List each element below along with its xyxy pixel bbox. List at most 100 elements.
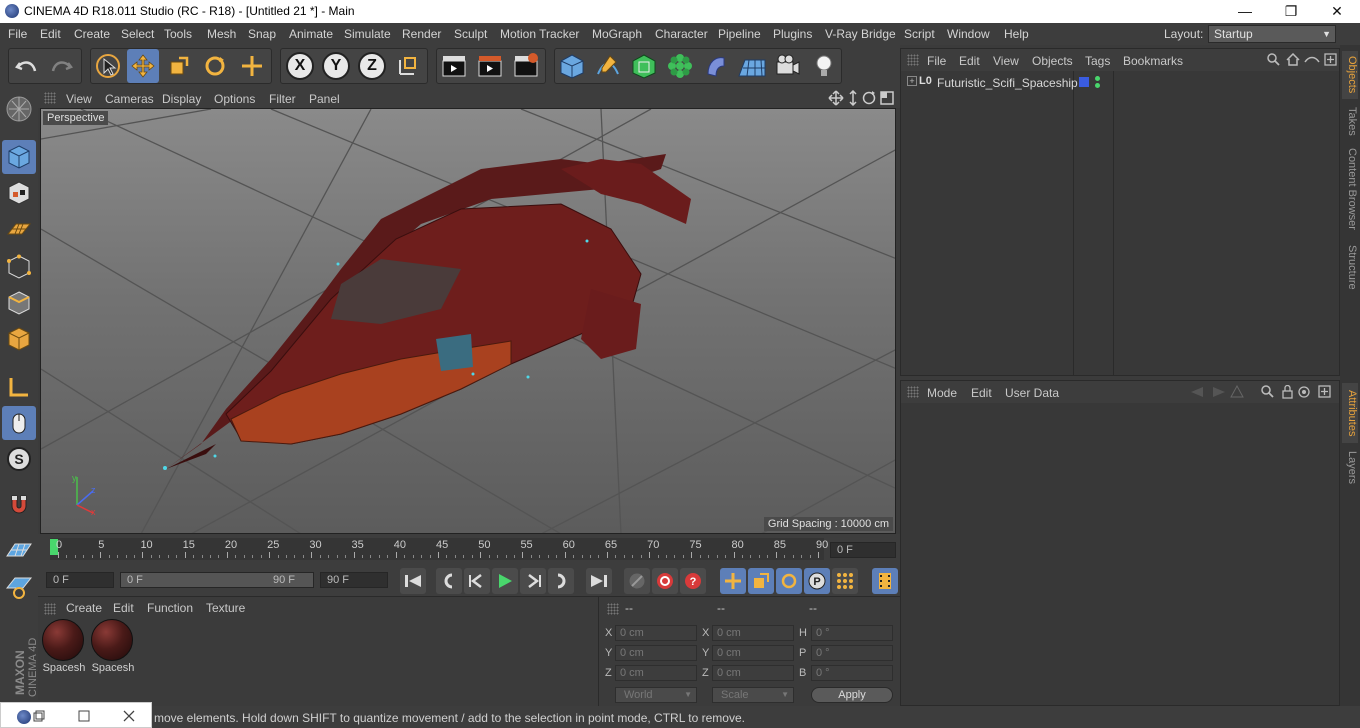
tab-layers[interactable]: Layers: [1342, 449, 1358, 487]
y-axis-button[interactable]: Y: [320, 49, 352, 83]
size-mode-dropdown[interactable]: Scale ▼: [712, 687, 794, 703]
expand-toggle-icon[interactable]: +: [907, 76, 917, 86]
new-window-icon[interactable]: [1318, 385, 1331, 398]
editor-visibility-dot-icon[interactable]: [1095, 76, 1100, 81]
menu-create[interactable]: Create: [74, 27, 110, 41]
menu-simulate[interactable]: Simulate: [344, 27, 391, 41]
menu-edit[interactable]: Edit: [40, 27, 61, 41]
maximize-view-icon[interactable]: [880, 91, 894, 105]
pan-icon[interactable]: [828, 90, 844, 106]
menu-mesh[interactable]: Mesh: [207, 27, 236, 41]
menu-motion-tracker[interactable]: Motion Tracker: [500, 27, 579, 41]
current-frame-field[interactable]: 0 F: [830, 542, 896, 558]
back-arrow-icon[interactable]: [1191, 387, 1203, 397]
menu-tools[interactable]: Tools: [164, 27, 192, 41]
objects-toolbar-icons[interactable]: [1267, 53, 1339, 67]
key-pla-button[interactable]: [832, 568, 858, 594]
panel-grip-icon[interactable]: [907, 54, 919, 66]
tab-takes[interactable]: Takes: [1342, 103, 1358, 139]
snap-button[interactable]: [2, 488, 36, 522]
layout-dropdown[interactable]: Startup ▼: [1208, 25, 1336, 43]
start-frame-field[interactable]: 0 F: [46, 572, 114, 588]
viewport-menu-filter[interactable]: Filter: [269, 92, 296, 106]
texture-mode-button[interactable]: [2, 176, 36, 210]
size-y-field[interactable]: 0 cm: [712, 645, 794, 661]
viewport-menu-panel[interactable]: Panel: [309, 92, 340, 106]
camera-label[interactable]: Perspective: [43, 111, 109, 125]
record-keys-off-button[interactable]: [624, 568, 650, 594]
orbit-icon[interactable]: [862, 91, 876, 105]
play-button[interactable]: [492, 568, 518, 594]
viewport-nav-icons[interactable]: [828, 90, 898, 106]
undo-button[interactable]: [10, 49, 42, 83]
search-icon[interactable]: [1267, 53, 1280, 66]
panel-grip-icon[interactable]: [607, 603, 619, 615]
restore-small-icon[interactable]: [33, 710, 45, 722]
solo-button[interactable]: S: [2, 442, 36, 476]
previous-frame-button[interactable]: [464, 568, 490, 594]
lock-icon[interactable]: [1282, 385, 1293, 399]
rotation-h-field[interactable]: 0 °: [811, 625, 893, 641]
points-mode-button[interactable]: [2, 250, 36, 284]
menu-pipeline[interactable]: Pipeline: [718, 27, 761, 41]
menu-plugins[interactable]: Plugins: [773, 27, 812, 41]
material-swatch[interactable]: Spacesh: [42, 619, 86, 675]
render-picture-viewer-button[interactable]: [474, 49, 506, 83]
coordinate-space-dropdown[interactable]: World ▼: [615, 687, 697, 703]
position-x-field[interactable]: 0 cm: [615, 625, 697, 641]
deformer-button[interactable]: [700, 49, 732, 83]
tab-attributes[interactable]: Attributes: [1342, 383, 1358, 443]
menu-window[interactable]: Window: [947, 27, 990, 41]
light-button[interactable]: [808, 49, 840, 83]
tab-content-browser[interactable]: Content Browser: [1342, 145, 1358, 233]
material-menu-function[interactable]: Function: [147, 601, 193, 615]
pen-spline-button[interactable]: [592, 49, 624, 83]
objects-menu-tags[interactable]: Tags: [1085, 54, 1110, 68]
tweak-mode-button[interactable]: [2, 406, 36, 440]
size-z-field[interactable]: 0 cm: [712, 665, 794, 681]
position-z-field[interactable]: 0 cm: [615, 665, 697, 681]
menu-file[interactable]: File: [8, 27, 27, 41]
objects-menu-view[interactable]: View: [993, 54, 1019, 68]
key-position-button[interactable]: [720, 568, 746, 594]
redo-button[interactable]: [46, 49, 78, 83]
cloner-button[interactable]: [664, 49, 696, 83]
workplane-lock-button[interactable]: [2, 534, 36, 568]
camera-button[interactable]: [772, 49, 804, 83]
home-icon[interactable]: [1286, 53, 1300, 66]
maximize-small-icon[interactable]: [78, 710, 90, 722]
attributes-menu-user-data[interactable]: User Data: [1005, 386, 1059, 400]
x-axis-button[interactable]: X: [284, 49, 316, 83]
record-active-objects-button[interactable]: [652, 568, 678, 594]
rotation-b-field[interactable]: 0 °: [811, 665, 893, 681]
target-icon[interactable]: [1298, 386, 1310, 398]
menu-animate[interactable]: Animate: [289, 27, 333, 41]
up-arrow-icon[interactable]: [1230, 385, 1244, 398]
edges-mode-button[interactable]: [2, 286, 36, 320]
menu-render[interactable]: Render: [402, 27, 441, 41]
menu-snap[interactable]: Snap: [248, 27, 276, 41]
rotate-button[interactable]: [199, 49, 231, 83]
workplane-align-button[interactable]: [2, 570, 36, 604]
menu-mograph[interactable]: MoGraph: [592, 27, 642, 41]
material-menu-texture[interactable]: Texture: [206, 601, 245, 615]
tab-objects[interactable]: Objects: [1342, 51, 1358, 99]
viewport-menu-view[interactable]: View: [66, 92, 92, 106]
zoom-icon[interactable]: [849, 90, 857, 106]
restore-button[interactable]: ❐: [1268, 0, 1314, 23]
end-frame-field[interactable]: 90 F: [320, 572, 388, 588]
attributes-toolbar-icons[interactable]: [1191, 385, 1337, 399]
menu-vray-bridge[interactable]: V-Ray Bridge: [825, 27, 896, 41]
go-to-end-button[interactable]: [586, 568, 612, 594]
menu-character[interactable]: Character: [655, 27, 708, 41]
menu-select[interactable]: Select: [121, 27, 154, 41]
objects-menu-bookmarks[interactable]: Bookmarks: [1123, 54, 1183, 68]
key-scale-button[interactable]: [748, 568, 774, 594]
apply-button[interactable]: Apply: [811, 687, 893, 703]
key-rotation-button[interactable]: [776, 568, 802, 594]
make-editable-button[interactable]: [2, 92, 36, 126]
menu-help[interactable]: Help: [1004, 27, 1029, 41]
attributes-menu-edit[interactable]: Edit: [971, 386, 992, 400]
recent-tool-button[interactable]: [236, 49, 268, 83]
polygons-mode-button[interactable]: [2, 322, 36, 356]
